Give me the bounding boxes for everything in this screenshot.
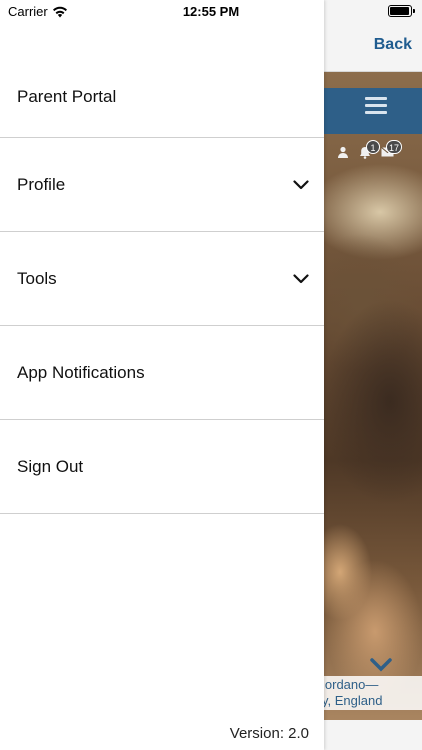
menu-item-label: Sign Out (17, 456, 84, 476)
chevron-down-icon (293, 273, 309, 283)
back-button[interactable]: Back (374, 36, 412, 54)
menu-list: Parent Portal Profile Tools App Notifica… (0, 57, 324, 514)
menu-item-tools[interactable]: Tools (0, 232, 324, 326)
caption-line-1: iordano— (322, 677, 379, 692)
menu-item-sign-out[interactable]: Sign Out (0, 420, 324, 514)
version-label: Version: 2.0 (229, 725, 309, 742)
side-menu-drawer: Parent Portal Profile Tools App Notifica… (0, 0, 324, 750)
menu-item-label: Profile (17, 174, 66, 194)
menu-item-label: App Notifications (17, 362, 145, 382)
painting-caption: iordano— y, England (318, 676, 422, 710)
scroll-down-chevron-icon[interactable] (370, 658, 392, 672)
battery-icon (388, 5, 415, 17)
notification-count-badge: 1 (366, 140, 380, 154)
menu-item-parent-portal[interactable]: Parent Portal (0, 57, 324, 138)
status-time: 12:55 PM (182, 4, 240, 19)
user-icon[interactable] (336, 146, 350, 160)
menu-item-profile[interactable]: Profile (0, 138, 324, 232)
message-count-badge: 17 (385, 140, 402, 154)
menu-item-label: Tools (17, 268, 57, 288)
bell-icon[interactable]: 1 (358, 140, 380, 160)
caption-line-2: y, England (322, 693, 383, 708)
mail-icon[interactable]: 17 (380, 140, 402, 160)
menu-item-label: Parent Portal (17, 87, 117, 106)
hamburger-menu-icon[interactable] (365, 97, 387, 115)
chevron-down-icon (293, 179, 309, 189)
menu-item-app-notifications[interactable]: App Notifications (0, 326, 324, 420)
status-bar: Carrier 12:55 PM (0, 0, 422, 24)
background-icon-row: 1 17 (336, 140, 402, 160)
